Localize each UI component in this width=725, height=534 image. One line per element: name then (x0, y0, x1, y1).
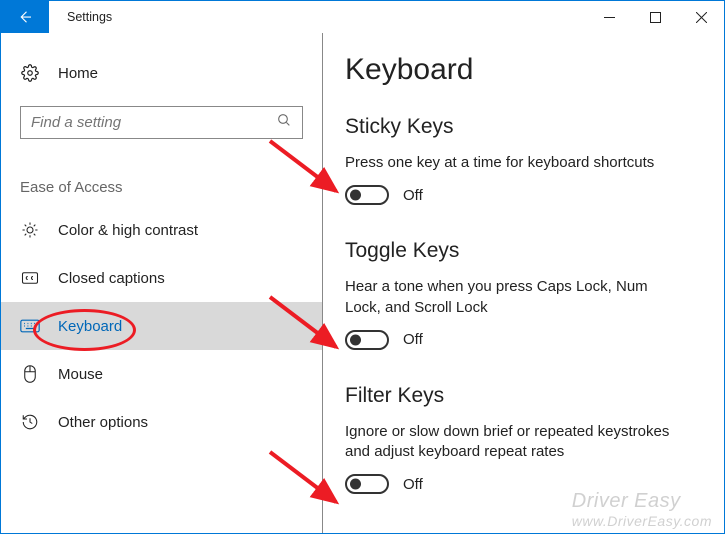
maximize-button[interactable] (632, 1, 678, 33)
category-label: Ease of Access (20, 179, 322, 196)
sidebar-item-mouse[interactable]: Mouse (1, 350, 322, 398)
settings-window: Settings Home (0, 0, 725, 534)
search-box[interactable] (20, 106, 303, 139)
mouse-icon (20, 365, 40, 383)
window-title: Settings (49, 1, 112, 33)
toggle-toggle-keys[interactable] (345, 330, 389, 350)
section-title-sticky-keys: Sticky Keys (345, 115, 702, 139)
search-icon (276, 112, 292, 133)
minimize-icon (604, 12, 615, 23)
sidebar-item-label: Other options (58, 414, 148, 431)
back-button[interactable] (1, 1, 49, 33)
section-title-filter-keys: Filter Keys (345, 384, 702, 408)
toggle-knob-icon (350, 334, 361, 345)
window-controls (586, 1, 724, 33)
sidebar-item-other-options[interactable]: Other options (1, 398, 322, 446)
sidebar-item-label: Color & high contrast (58, 222, 198, 239)
home-label: Home (58, 65, 98, 82)
search-input[interactable] (31, 114, 276, 131)
toggle-sticky-keys[interactable] (345, 185, 389, 205)
content-pane: Keyboard Sticky Keys Press one key at a … (323, 33, 724, 533)
clock-arrow-icon (20, 413, 40, 431)
toggle-state-toggle-keys: Off (403, 331, 423, 348)
section-desc-toggle-keys: Hear a tone when you press Caps Lock, Nu… (345, 277, 685, 318)
sidebar-item-label: Mouse (58, 366, 103, 383)
keyboard-icon (20, 319, 40, 333)
close-icon (696, 12, 707, 23)
toggle-state-sticky-keys: Off (403, 187, 423, 204)
captions-icon (20, 269, 40, 287)
sidebar: Home Ease of Access Color & high contras… (1, 33, 323, 533)
section-desc-sticky-keys: Press one key at a time for keyboard sho… (345, 153, 685, 173)
titlebar: Settings (1, 1, 724, 33)
gear-icon (20, 64, 40, 82)
sidebar-item-label: Closed captions (58, 270, 165, 287)
brightness-icon (20, 221, 40, 239)
toggle-filter-keys[interactable] (345, 474, 389, 494)
home-link[interactable]: Home (1, 58, 322, 88)
sidebar-item-closed-captions[interactable]: Closed captions (1, 254, 322, 302)
arrow-left-icon (16, 8, 34, 26)
section-desc-filter-keys: Ignore or slow down brief or repeated ke… (345, 422, 685, 463)
sidebar-item-keyboard[interactable]: Keyboard (1, 302, 322, 350)
close-button[interactable] (678, 1, 724, 33)
sidebar-item-color-contrast[interactable]: Color & high contrast (1, 206, 322, 254)
toggle-knob-icon (350, 190, 361, 201)
maximize-icon (650, 12, 661, 23)
section-title-toggle-keys: Toggle Keys (345, 239, 702, 263)
toggle-knob-icon (350, 479, 361, 490)
minimize-button[interactable] (586, 1, 632, 33)
page-title: Keyboard (345, 53, 702, 87)
sidebar-item-label: Keyboard (58, 318, 122, 335)
toggle-state-filter-keys: Off (403, 476, 423, 493)
